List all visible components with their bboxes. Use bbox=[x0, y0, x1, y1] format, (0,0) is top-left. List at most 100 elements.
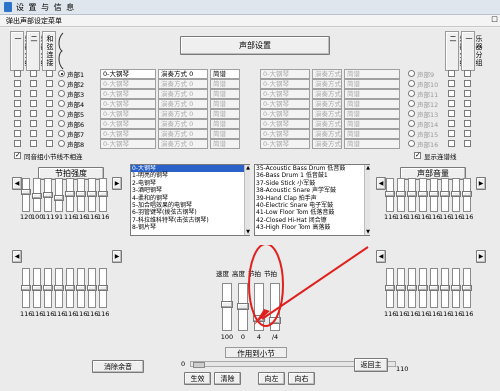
voice-radio[interactable] bbox=[58, 80, 65, 87]
chord-connect-checkbox[interactable] bbox=[46, 70, 53, 77]
group-one-checkbox[interactable] bbox=[464, 110, 471, 117]
voice-instrument-field[interactable]: 0-大钢琴 bbox=[100, 139, 156, 149]
slider-thumb[interactable] bbox=[54, 195, 64, 201]
voice-notation-field[interactable]: 简谱 bbox=[210, 129, 240, 139]
clear-echo-button[interactable]: 消除余音 bbox=[92, 360, 144, 373]
voice-notation-field[interactable]: 简谱 bbox=[210, 79, 240, 89]
apply-button[interactable]: 生效 bbox=[184, 372, 211, 385]
group-one-checkbox[interactable] bbox=[14, 80, 21, 87]
slider-thumb[interactable] bbox=[451, 285, 461, 291]
menu-settings-info[interactable]: 设 置 与 信 息 bbox=[16, 2, 75, 13]
voice-radio[interactable] bbox=[58, 130, 65, 137]
slider-thumb[interactable] bbox=[65, 191, 75, 197]
slider-thumb[interactable] bbox=[87, 285, 97, 291]
slider-thumb[interactable] bbox=[440, 191, 450, 197]
slider-thumb[interactable] bbox=[76, 285, 86, 291]
instrument-list-scrollbar[interactable]: ▲ ▼ bbox=[244, 165, 250, 235]
volume-scroll-left-button[interactable]: ◀ bbox=[376, 177, 386, 190]
voice-notation-field[interactable]: 简谱 bbox=[344, 139, 400, 149]
slider-thumb[interactable] bbox=[385, 191, 395, 197]
list-item[interactable]: 36-Bass Drum 1 低音鼓1 bbox=[255, 172, 369, 179]
slider-thumb[interactable] bbox=[429, 191, 439, 197]
voice-mode-field[interactable]: 演奏方式 0 bbox=[158, 139, 208, 149]
group-one-checkbox[interactable] bbox=[464, 100, 471, 107]
slider-thumb[interactable] bbox=[32, 285, 42, 291]
voice-radio[interactable] bbox=[58, 110, 65, 117]
group-one-checkbox[interactable] bbox=[14, 140, 21, 147]
voice-mode-field[interactable]: 演奏方式 0 bbox=[158, 99, 208, 109]
voice-notation-field[interactable]: 简谱 bbox=[344, 79, 400, 89]
voice-mode-field[interactable]: 演奏方式 0 bbox=[312, 79, 342, 89]
bank-scroll-left-button[interactable]: ◀ bbox=[376, 250, 386, 263]
group-two-checkbox[interactable] bbox=[448, 120, 455, 127]
group-two-checkbox[interactable] bbox=[30, 130, 37, 137]
slider-thumb[interactable] bbox=[407, 191, 417, 197]
list-item[interactable]: 3-酒吧钢琴 bbox=[131, 187, 249, 194]
list-item[interactable]: 4-柔和的钢琴 bbox=[131, 195, 249, 202]
tempo-scroll-right-button[interactable]: ▶ bbox=[112, 177, 122, 190]
voice-instrument-field[interactable]: 0-大钢琴 bbox=[260, 89, 310, 99]
slider-thumb[interactable] bbox=[418, 191, 428, 197]
slider-thumb[interactable] bbox=[65, 285, 75, 291]
voice-mode-field[interactable]: 演奏方式 0 bbox=[158, 109, 208, 119]
list-item[interactable]: 8-钢片琴 bbox=[131, 224, 249, 231]
voice-notation-field[interactable]: 简谱 bbox=[344, 119, 400, 129]
list-item[interactable]: 1-明亮的钢琴 bbox=[131, 172, 249, 179]
list-item[interactable]: 39-Hand Clap 拍手声 bbox=[255, 195, 369, 202]
group-one-checkbox[interactable] bbox=[464, 80, 471, 87]
voice-notation-field[interactable]: 简谱 bbox=[210, 119, 240, 129]
bank-scroll-right-button[interactable]: ▶ bbox=[112, 250, 122, 263]
voice-notation-field[interactable]: 简谱 bbox=[210, 89, 240, 99]
slider-thumb[interactable] bbox=[32, 193, 42, 199]
slider-thumb[interactable] bbox=[451, 191, 461, 197]
instrument-list[interactable]: 0-大钢琴 1-明亮的钢琴 2-电钢琴 3-酒吧钢琴 4-柔和的钢琴 5-加合唱效果的电钢… bbox=[130, 164, 250, 236]
chord-connect-checkbox[interactable] bbox=[46, 90, 53, 97]
voice-mode-field[interactable]: 演奏方式 0 bbox=[158, 69, 208, 79]
voice-instrument-field[interactable]: 0-大钢琴 bbox=[260, 69, 310, 79]
voice-mode-field[interactable]: 演奏方式 0 bbox=[312, 129, 342, 139]
voice-mode-field[interactable]: 演奏方式 0 bbox=[158, 129, 208, 139]
voice-notation-field[interactable]: 简谱 bbox=[210, 69, 240, 79]
percussion-list-scrollbar[interactable]: ▲ ▼ bbox=[364, 165, 370, 235]
list-item[interactable]: 6-羽管键琴(拨弦古钢琴) bbox=[131, 209, 249, 216]
voice-mode-field[interactable]: 演奏方式 0 bbox=[312, 109, 342, 119]
group-two-checkbox[interactable] bbox=[448, 140, 455, 147]
voice-instrument-field[interactable]: 0-大钢琴 bbox=[260, 79, 310, 89]
voice-instrument-field[interactable]: 0-大钢琴 bbox=[260, 109, 310, 119]
slider-thumb[interactable] bbox=[98, 191, 108, 197]
voice-radio[interactable] bbox=[58, 70, 65, 77]
voice-mode-field[interactable]: 演奏方式 0 bbox=[312, 89, 342, 99]
back-main-button[interactable]: 返回主 bbox=[354, 358, 388, 372]
voice-mode-field[interactable]: 演奏方式 0 bbox=[158, 119, 208, 129]
scroll-up-icon[interactable]: ▲ bbox=[365, 165, 371, 171]
chord-connect-checkbox[interactable] bbox=[46, 140, 53, 147]
group-two-checkbox[interactable] bbox=[448, 70, 455, 77]
group-two-checkbox[interactable] bbox=[30, 140, 37, 147]
slider-thumb[interactable] bbox=[462, 191, 472, 197]
voice-instrument-field[interactable]: 0-大钢琴 bbox=[100, 119, 156, 129]
group-two-checkbox[interactable] bbox=[30, 100, 37, 107]
group-one-checkbox[interactable] bbox=[464, 70, 471, 77]
slider-thumb[interactable] bbox=[221, 301, 233, 308]
voice-radio[interactable] bbox=[408, 130, 415, 137]
group-one-checkbox[interactable] bbox=[464, 130, 471, 137]
voice-radio[interactable] bbox=[58, 100, 65, 107]
right-group-two-header[interactable]: 乐器分组二 bbox=[445, 31, 467, 71]
slider-thumb[interactable] bbox=[429, 285, 439, 291]
scroll-down-icon[interactable]: ▼ bbox=[365, 229, 371, 235]
percussion-list[interactable]: 35-Acoustic Bass Drum 低音鼓 36-Bass Drum 1 … bbox=[254, 164, 370, 236]
voice-instrument-field[interactable]: 0-大钢琴 bbox=[260, 119, 310, 129]
scope-scrollbar-thumb[interactable] bbox=[193, 362, 205, 368]
voice-radio[interactable] bbox=[408, 140, 415, 147]
left-group-two-header[interactable]: 乐器分组二 bbox=[26, 31, 48, 71]
group-two-checkbox[interactable] bbox=[448, 130, 455, 137]
group-two-checkbox[interactable] bbox=[30, 70, 37, 77]
group-two-checkbox[interactable] bbox=[448, 90, 455, 97]
voice-instrument-field[interactable]: 0-大钢琴 bbox=[100, 89, 156, 99]
group-two-checkbox[interactable] bbox=[448, 100, 455, 107]
voice-instrument-field[interactable]: 0-大钢琴 bbox=[100, 79, 156, 89]
clear-button[interactable]: 清除 bbox=[214, 372, 241, 385]
chord-connect-checkbox[interactable] bbox=[46, 110, 53, 117]
left-group-one-header[interactable]: 乐器分组一 bbox=[10, 31, 32, 71]
slider-thumb[interactable] bbox=[21, 189, 31, 195]
